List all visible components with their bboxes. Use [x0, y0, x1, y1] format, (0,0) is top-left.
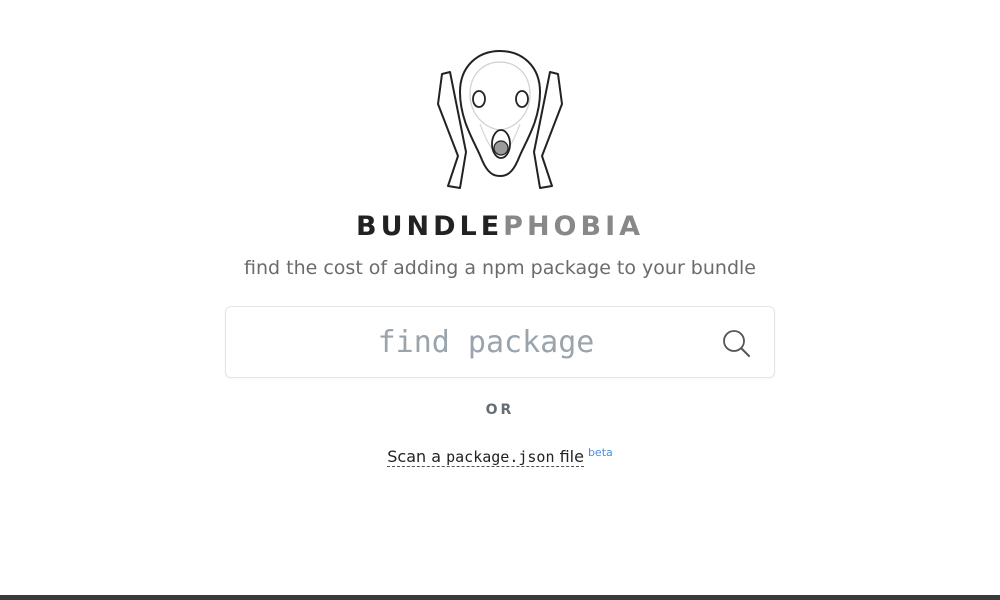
brand-name-light: PHOBIA — [503, 211, 645, 242]
scan-package-json: Scan a package.json file beta — [0, 442, 1000, 468]
scan-code: package.json — [446, 448, 555, 467]
or-divider: OR — [485, 402, 515, 418]
page: BUNDLEPHOBIA find the cost of adding a n… — [0, 0, 1000, 600]
tagline: find the cost of adding a npm package to… — [244, 257, 756, 279]
screaming-face-icon — [437, 49, 563, 189]
brand-title: BUNDLEPHOBIA — [0, 210, 1000, 244]
search-icon[interactable] — [721, 328, 751, 358]
beta-badge: beta — [587, 446, 613, 459]
search-input[interactable] — [266, 319, 706, 365]
scan-suffix: file — [554, 447, 584, 467]
scan-package-json-link[interactable]: Scan a package.json file — [387, 447, 584, 468]
search-box — [225, 306, 775, 378]
scan-prefix: Scan a — [387, 447, 447, 467]
brand-name-dark: BUNDLE — [355, 211, 504, 242]
bundlephobia-logo[interactable] — [436, 48, 564, 192]
footer-bar — [0, 595, 1000, 600]
